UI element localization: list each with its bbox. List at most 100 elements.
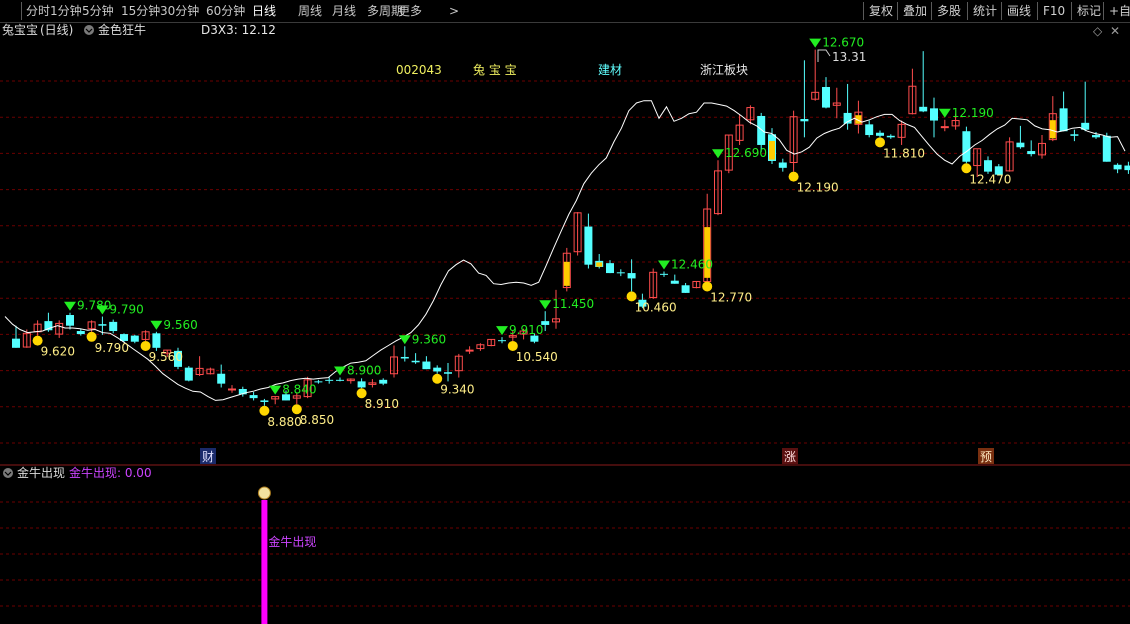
buy-signal-label: 9.790 bbox=[95, 341, 129, 355]
sell-signal-triangle bbox=[658, 260, 670, 270]
sell-signal-triangle bbox=[496, 326, 508, 336]
max-marker-line bbox=[817, 49, 831, 62]
candle-body bbox=[670, 280, 679, 284]
tool-4[interactable]: 画线 bbox=[1007, 0, 1031, 22]
candle-body bbox=[1027, 151, 1036, 155]
sell-signal-triangle bbox=[398, 335, 411, 345]
candle-body bbox=[465, 349, 474, 352]
sell-signal-label: 8.900 bbox=[347, 364, 381, 378]
sub-signal-label: 金牛出现 bbox=[268, 534, 316, 549]
period-label: (日线) bbox=[40, 23, 73, 37]
buy-signal-label: 10.540 bbox=[516, 350, 558, 364]
tab-0[interactable]: 分时 bbox=[26, 0, 50, 22]
indicator-name: 金色狂牛 bbox=[98, 22, 146, 37]
candle-body bbox=[1113, 164, 1122, 170]
candle-body bbox=[660, 273, 668, 275]
candle-body bbox=[400, 356, 409, 359]
highlight-bar bbox=[769, 140, 775, 160]
toolbar-separator bbox=[897, 2, 898, 20]
candle-body bbox=[66, 315, 74, 326]
candle-body bbox=[228, 388, 236, 391]
info-code: 002043 bbox=[396, 63, 442, 77]
chart-area[interactable]: 9.7809.7909.5608.8408.9009.3609.91011.45… bbox=[0, 22, 1130, 624]
sell-signal-triangle bbox=[809, 38, 822, 48]
candle-body bbox=[152, 333, 161, 348]
candle-body bbox=[757, 115, 766, 145]
tool-6[interactable]: 标记 bbox=[1077, 0, 1101, 22]
buy-signal-label: 12.770 bbox=[710, 290, 752, 304]
candle-body bbox=[379, 379, 388, 384]
candle-body bbox=[940, 126, 949, 129]
sell-signal-label: 9.560 bbox=[163, 318, 197, 332]
sub-panel-value: 金牛出现: 0.00 bbox=[69, 465, 152, 480]
limit-up-marker-label: 涨 bbox=[784, 449, 796, 464]
tab-10[interactable]: 更多 bbox=[398, 0, 422, 22]
candle-body bbox=[1070, 134, 1079, 136]
tab-6[interactable]: 日线 bbox=[252, 0, 276, 22]
tab-3[interactable]: 15分钟 bbox=[121, 0, 160, 22]
buy-signal-label: 8.910 bbox=[365, 397, 399, 411]
chevron-down-icon[interactable] bbox=[84, 25, 94, 35]
sell-signal-triangle bbox=[150, 320, 163, 330]
tool-2[interactable]: 多股 bbox=[937, 0, 961, 22]
tab-4[interactable]: 30分钟 bbox=[160, 0, 199, 22]
candle-body bbox=[260, 400, 269, 402]
candle-body bbox=[498, 340, 506, 342]
candle-body bbox=[98, 324, 107, 326]
tab-1[interactable]: 1分钟 bbox=[50, 0, 82, 22]
candle-body bbox=[184, 367, 193, 381]
sell-signal-label: 12.190 bbox=[952, 106, 994, 120]
toolbar-separator bbox=[863, 2, 864, 20]
candle-body bbox=[962, 131, 971, 162]
candle-body bbox=[778, 162, 787, 168]
money-bag-icon bbox=[257, 486, 271, 500]
max-price-label: 13.31 bbox=[832, 50, 866, 64]
signal-marks: 9.7809.7909.5608.8408.9009.3609.91011.45… bbox=[32, 36, 1011, 429]
candle-body bbox=[1102, 135, 1111, 162]
sell-signal-label: 8.840 bbox=[282, 383, 316, 397]
candle-body bbox=[919, 106, 928, 112]
sub-signal-bar bbox=[261, 500, 268, 624]
candle-body bbox=[886, 135, 895, 138]
candle-body bbox=[984, 160, 992, 172]
sub-panel-signal bbox=[257, 486, 271, 624]
tab-8[interactable]: 月线 bbox=[332, 0, 356, 22]
candle-body bbox=[1092, 135, 1100, 138]
sell-signal-triangle bbox=[64, 301, 76, 311]
highlight-bar bbox=[1049, 120, 1056, 139]
buy-signal-label: 10.460 bbox=[635, 300, 677, 314]
close-icon[interactable]: ✕ bbox=[1110, 24, 1120, 38]
sell-signal-triangle bbox=[539, 300, 552, 310]
tool-5[interactable]: F10 bbox=[1043, 0, 1065, 22]
tab-2[interactable]: 5分钟 bbox=[82, 0, 114, 22]
info-industry: 建材 bbox=[598, 63, 622, 77]
sell-signal-label: 9.790 bbox=[109, 303, 143, 317]
candle-body bbox=[681, 285, 690, 293]
buy-signal-label: 11.810 bbox=[883, 146, 925, 160]
toolbar-separator bbox=[1071, 2, 1072, 20]
chevron-down-icon[interactable] bbox=[3, 468, 13, 478]
stock-name: 兔宝宝 bbox=[2, 22, 38, 37]
sub-indicator-dropdown[interactable] bbox=[3, 468, 13, 478]
tool-3[interactable]: 统计 bbox=[973, 0, 997, 22]
candle-body bbox=[616, 272, 625, 274]
toolbar-separator bbox=[931, 2, 932, 20]
diamond-icon[interactable]: ◇ bbox=[1093, 24, 1103, 38]
tab-5[interactable]: 60分钟 bbox=[206, 0, 245, 22]
forecast-marker-label: 预 bbox=[980, 450, 992, 464]
more-chevron-icon[interactable]: > bbox=[449, 0, 459, 22]
finance-marker-label: 财 bbox=[202, 450, 214, 464]
candle-body bbox=[606, 263, 614, 274]
sub-panel-title: 金牛出现 bbox=[17, 465, 65, 480]
tool-1[interactable]: 叠加 bbox=[903, 0, 927, 22]
indicator-dropdown[interactable] bbox=[84, 25, 94, 35]
tool-7[interactable]: +自选 bbox=[1109, 0, 1130, 22]
candle-body bbox=[411, 360, 420, 363]
candle-body bbox=[336, 379, 344, 381]
info-region: 浙江板块 bbox=[700, 63, 748, 77]
candle-body bbox=[865, 124, 874, 136]
tab-7[interactable]: 周线 bbox=[298, 0, 322, 22]
sell-signal-triangle bbox=[269, 385, 282, 395]
indicator-value: D3X3: 12.12 bbox=[201, 23, 276, 37]
tool-0[interactable]: 复权 bbox=[869, 0, 893, 22]
